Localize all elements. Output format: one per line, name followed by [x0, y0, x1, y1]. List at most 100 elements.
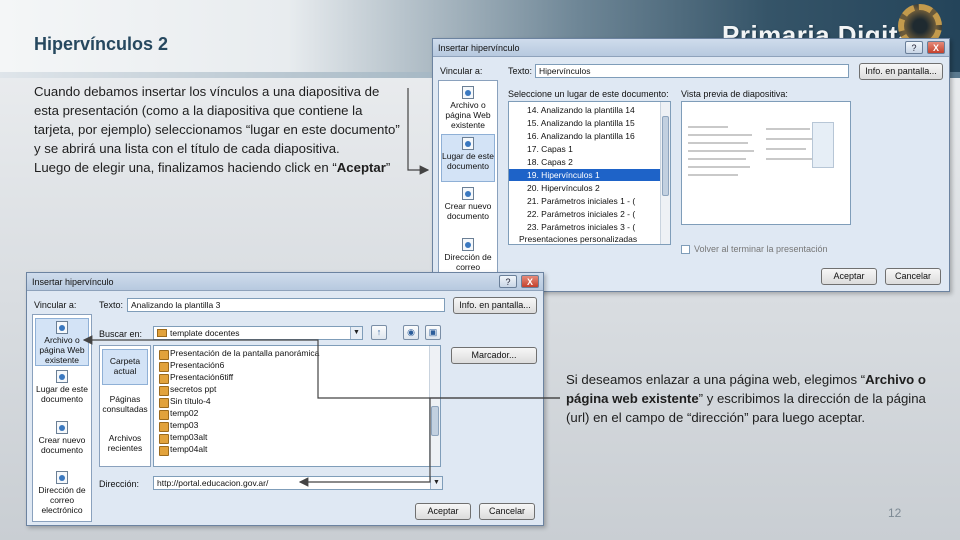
close-button[interactable]: X	[927, 41, 945, 54]
text-label: Texto:	[508, 66, 533, 76]
new-document-icon	[462, 187, 474, 200]
file-item[interactable]: temp04alt	[158, 444, 440, 456]
tree-scrollbar[interactable]	[660, 102, 670, 244]
sidebar-item-new-document[interactable]: Crear nuevo documento	[441, 185, 495, 233]
link-to-label: Vincular a:	[440, 66, 483, 76]
return-after-show-label: Volver al terminar la presentación	[694, 244, 828, 254]
sidebar-item-email[interactable]: Dirección de correo electrónico	[35, 469, 89, 521]
folder-icon	[157, 329, 167, 337]
text-to-display-input[interactable]: Analizando la plantilla 3	[127, 298, 445, 312]
email-icon	[56, 471, 68, 484]
document-place-icon	[462, 137, 474, 150]
address-label: Dirección:	[99, 479, 140, 489]
file-list[interactable]: Presentación de la pantalla panorámica P…	[153, 345, 441, 467]
sidebar-item-new-document[interactable]: Crear nuevo documento	[35, 419, 89, 467]
instruction-text-1: Cuando debamos insertar los vínculos a u…	[34, 82, 404, 177]
look-in-select[interactable]: template docentes ▼	[153, 326, 363, 340]
email-icon	[462, 238, 474, 251]
cancel-button[interactable]: Cancelar	[479, 503, 535, 520]
close-button[interactable]: X	[521, 275, 539, 288]
return-after-show-checkbox[interactable]	[681, 245, 690, 254]
tree-item[interactable]: 14. Analizando la plantilla 14	[509, 104, 670, 116]
dialog-titlebar: Insertar hipervínculo ? X	[433, 39, 949, 57]
sidebar-item-label: Dirección de correo	[444, 252, 492, 272]
file-list-scrollbar[interactable]	[429, 346, 440, 466]
preview-thumbnail	[812, 122, 834, 168]
sidebar-item-existing-file[interactable]: Archivo o página Web existente	[441, 84, 495, 132]
up-folder-icon[interactable]: ↑	[371, 325, 387, 340]
sidebar-item-label: Lugar de este documento	[442, 151, 494, 171]
file-item[interactable]: temp03alt	[158, 432, 440, 444]
tree-item[interactable]: 16. Analizando la plantilla 16	[509, 130, 670, 142]
sidebar-item-label: Crear nuevo documento	[38, 435, 86, 455]
help-button[interactable]: ?	[905, 41, 923, 54]
browse-web-icon[interactable]: ◉	[403, 325, 419, 340]
new-document-icon	[56, 421, 68, 434]
file-item[interactable]: secretos ppt	[158, 384, 440, 396]
screen-tip-button[interactable]: Info. en pantalla...	[453, 297, 537, 314]
instruction-suffix: ”	[385, 160, 391, 175]
scroll-thumb[interactable]	[431, 406, 439, 436]
file-item[interactable]: temp03	[158, 420, 440, 432]
globe-file-icon	[56, 321, 68, 334]
look-in-value: template docentes	[170, 328, 240, 338]
browse-file-icon[interactable]: ▣	[425, 325, 441, 340]
insert-hyperlink-dialog-place: Insertar hipervínculo ? X Vincular a: Te…	[432, 38, 950, 292]
sidebar-item-label: Dirección de correo electrónico	[38, 485, 86, 515]
tree-item[interactable]: 18. Capas 2	[509, 156, 670, 168]
chevron-down-icon[interactable]: ▼	[350, 327, 362, 339]
dialog-title: Insertar hipervínculo	[438, 43, 520, 53]
tree-item[interactable]: Presentaciones personalizadas	[509, 233, 670, 244]
screen-tip-button[interactable]: Info. en pantalla...	[859, 63, 943, 80]
instruction-bold: Aceptar	[336, 160, 386, 175]
arrow-to-place-in-document	[407, 88, 430, 175]
bookmark-button[interactable]: Marcador...	[451, 347, 537, 364]
address-input[interactable]: http://portal.educacion.gov.ar/ ▼	[153, 476, 443, 490]
insert-hyperlink-dialog-web: Insertar hipervínculo ? X Vincular a: Te…	[26, 272, 544, 526]
document-place-icon	[56, 370, 68, 383]
source-browsed-pages[interactable]: Páginas consultadas	[102, 388, 148, 424]
sidebar-item-label: Lugar de este documento	[36, 384, 88, 404]
globe-file-icon	[462, 86, 474, 99]
file-item[interactable]: temp02	[158, 408, 440, 420]
ok-button[interactable]: Aceptar	[821, 268, 877, 285]
sidebar-item-place-in-document[interactable]: Lugar de este documento	[441, 134, 495, 182]
sidebar-item-place-in-document[interactable]: Lugar de este documento	[35, 368, 89, 416]
file-item[interactable]: Sin título-4	[158, 396, 440, 408]
dialog-title: Insertar hipervínculo	[32, 277, 114, 287]
instruction2-prefix: Si deseamos enlazar a una página web, el…	[566, 372, 866, 387]
preview-label: Vista previa de diapositiva:	[681, 89, 788, 99]
instruction-paragraph: Cuando debamos insertar los vínculos a u…	[34, 84, 400, 156]
tree-item[interactable]: 15. Analizando la plantilla 15	[509, 117, 670, 129]
text-to-display-input[interactable]: Hipervínculos	[535, 64, 849, 78]
sidebar-item-existing-file[interactable]: Archivo o página Web existente	[35, 318, 89, 366]
file-item[interactable]: Presentación de la pantalla panorámica	[158, 348, 440, 360]
cancel-button[interactable]: Cancelar	[885, 268, 941, 285]
slide-preview	[681, 101, 851, 225]
chevron-down-icon[interactable]: ▼	[430, 477, 442, 489]
sidebar-item-label: Archivo o página Web existente	[445, 100, 491, 130]
sidebar-item-label: Archivo o página Web existente	[39, 335, 85, 365]
tree-item[interactable]: 23. Parámetros iniciales 3 - (	[509, 221, 670, 233]
tree-item[interactable]: 22. Parámetros iniciales 2 - (	[509, 208, 670, 220]
tree-item-selected[interactable]: 19. Hipervínculos 1	[509, 169, 670, 181]
source-recent-files[interactable]: Archivos recientes	[102, 427, 148, 463]
sidebar-item-label: Crear nuevo documento	[444, 201, 492, 221]
select-place-label: Seleccione un lugar de este documento:	[508, 89, 669, 99]
instruction-prefix: Luego de elegir una, finalizamos haciend…	[34, 160, 337, 175]
ok-button[interactable]: Aceptar	[415, 503, 471, 520]
look-in-label: Buscar en:	[99, 329, 143, 339]
source-current-folder[interactable]: Carpeta actual	[102, 349, 148, 385]
help-button[interactable]: ?	[499, 275, 517, 288]
instruction-text-2: Si deseamos enlazar a una página web, el…	[566, 370, 926, 427]
tree-item[interactable]: 21. Parámetros iniciales 1 - (	[509, 195, 670, 207]
file-item[interactable]: Presentación6	[158, 360, 440, 372]
link-to-sidebar: Archivo o página Web existente Lugar de …	[32, 314, 92, 522]
scroll-thumb[interactable]	[662, 116, 669, 196]
tree-item[interactable]: 20. Hipervínculos 2	[509, 182, 670, 194]
file-item[interactable]: Presentación6tiff	[158, 372, 440, 384]
tree-item[interactable]: 17. Capas 1	[509, 143, 670, 155]
address-value: http://portal.educacion.gov.ar/	[157, 478, 269, 488]
document-places-tree[interactable]: 14. Analizando la plantilla 14 15. Anali…	[508, 101, 671, 245]
text-label: Texto:	[99, 300, 124, 310]
